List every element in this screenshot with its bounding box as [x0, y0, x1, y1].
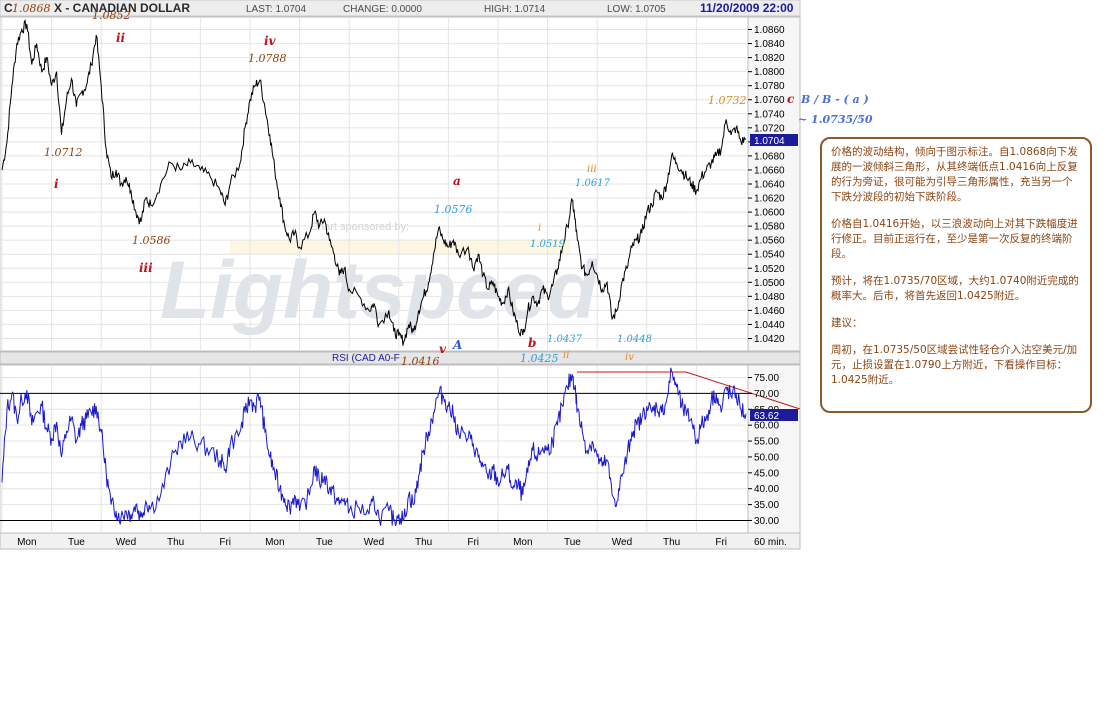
day-axis-labels: Mon Tue Wed Thu Fri Mon Tue Wed Thu Fri Mon Tue Wed T… [17, 537, 727, 548]
price-tick-label: 1.0440 [754, 320, 785, 331]
label-1-0425: 1.0425 [520, 352, 559, 365]
analysis-comment-box: 价格的波动结构，倾向于图示标注。自1.0868向下发展的一波倾斜三角形，从其终端… [820, 137, 1092, 413]
day-label: Wed [612, 537, 632, 548]
rsi-tick-label: 75.00 [754, 373, 779, 384]
label-1-0437: 1.0437 [547, 334, 583, 345]
price-tick-label: 1.0860 [754, 25, 785, 36]
label-1-0576: 1.0576 [434, 203, 473, 216]
price-tick-label: 1.0640 [754, 180, 785, 191]
rsi-last-value: 63.62 [754, 411, 779, 422]
wave-label-ii-small: ii [563, 350, 569, 361]
rsi-tick-label: 55.00 [754, 437, 779, 448]
price-tick-label: 1.0580 [754, 222, 785, 233]
target-zone-label: ~ 1.0735/50 [798, 113, 873, 126]
day-label: Mon [17, 537, 36, 548]
day-label: Mon [513, 537, 532, 548]
day-label: Mon [265, 537, 284, 548]
watermark-brand: Lightspeed [160, 245, 599, 336]
price-tick-label: 1.0460 [754, 306, 785, 317]
price-tick-label: 1.0840 [754, 39, 785, 50]
price-tick-label: 1.0800 [754, 67, 785, 78]
rsi-tick-label: 30.00 [754, 516, 779, 527]
comment-paragraph-4: 建议： [831, 317, 863, 329]
price-tick-label: 1.0820 [754, 53, 785, 64]
day-label: Wed [116, 537, 136, 548]
rsi-panel [0, 364, 749, 534]
wave-label-i: i [54, 177, 59, 191]
comment-paragraph-1: 价格的波动结构，倾向于图示标注。自1.0868向下发展的一波倾斜三角形，从其终端… [831, 146, 1078, 203]
day-label: Thu [415, 537, 432, 548]
wave-label-iii-small: iii [587, 164, 597, 175]
rsi-title: RSI (CAD A0-F [332, 353, 400, 364]
x-interval-label: 60 min. [754, 537, 787, 548]
price-tick-label: 1.0520 [754, 264, 785, 275]
day-label: Tue [316, 537, 333, 548]
price-tick-label: 1.0600 [754, 208, 785, 219]
label-1-0852: 1.0852 [92, 9, 131, 22]
label-1-0448: 1.0448 [617, 334, 652, 345]
price-tick-label: 1.0660 [754, 165, 785, 176]
price-tick-label: 1.0620 [754, 194, 785, 205]
rsi-tick-label: 70.00 [754, 389, 779, 400]
header-low: LOW: 1.0705 [607, 4, 666, 15]
price-axis-ticks: 1.0860 1.0840 1.0820 1.0800 1.0780 1.0760 1.07… [748, 25, 785, 345]
label-1-0712: 1.0712 [44, 146, 83, 159]
price-tick-label: 1.0560 [754, 236, 785, 247]
rsi-tick-label: 50.00 [754, 452, 779, 463]
price-tick-label: 1.0760 [754, 95, 785, 106]
header-high: HIGH: 1.0714 [484, 4, 546, 15]
wave-label-i-small: i [538, 223, 541, 234]
day-label: Fri [219, 537, 231, 548]
wave-label-b: b [528, 336, 536, 350]
label-1-0732: 1.0732 [708, 94, 747, 107]
label-1-0617: 1.0617 [575, 178, 611, 189]
header-datetime: 11/20/2009 22:00 [700, 1, 794, 15]
rsi-title-bar [0, 351, 801, 365]
day-label: Fri [467, 537, 479, 548]
header-change: CHANGE: 0.0000 [343, 4, 422, 15]
rsi-tick-label: 35.00 [754, 500, 779, 511]
header-last: LAST: 1.0704 [246, 4, 306, 15]
wave-label-c: c [787, 92, 795, 106]
label-1-0586: 1.0586 [132, 234, 171, 247]
wave-label-iv: iv [264, 34, 277, 48]
day-label: Tue [68, 537, 85, 548]
price-tick-label: 1.0480 [754, 292, 785, 303]
watermark-streak [230, 240, 570, 254]
comment-paragraph-2: 价格自1.0416开始，以三浪波动向上对其下跌幅度进行修正。目前正运行在，至少是… [831, 218, 1078, 260]
label-1-0519: 1.0519 [530, 239, 566, 250]
rsi-tick-label: 40.00 [754, 484, 779, 495]
price-tick-label: 1.0780 [754, 81, 785, 92]
day-label: Thu [167, 537, 184, 548]
rsi-tick-label: 60.00 [754, 421, 779, 432]
wave-label-iv-small: iv [625, 352, 634, 363]
price-tick-label: 1.0680 [754, 151, 785, 162]
comment-paragraph-3: 预计，将在1.0735/70区域，大约1.0740附近完成的概率大。后市，将首先… [831, 275, 1079, 302]
price-tick-label: 1.0500 [754, 278, 785, 289]
wave-label-A: A [452, 338, 462, 352]
price-last-value: 1.0704 [754, 136, 785, 147]
day-label: Tue [564, 537, 581, 548]
watermark-sponsor: Chart sponsored by: [310, 221, 409, 233]
wave-label-v: v [439, 342, 447, 356]
day-label: Thu [663, 537, 680, 548]
wave-label-ii: ii [116, 31, 126, 45]
label-1-0788: 1.0788 [248, 52, 287, 65]
rsi-tick-label: 45.00 [754, 468, 779, 479]
comment-paragraph-5: 周初，在1.0735/50区域尝试性轻仓介入沽空美元/加元，止损设置在1.079… [831, 344, 1078, 386]
wave-label-iii: iii [139, 261, 153, 275]
wave-label-a: a [453, 174, 461, 188]
price-tick-label: 1.0540 [754, 250, 785, 261]
label-1-0416: 1.0416 [401, 355, 440, 368]
wave-target-label: B / B - ( a ) [800, 93, 869, 106]
price-tick-label: 1.0720 [754, 123, 785, 134]
day-label: Wed [364, 537, 384, 548]
day-label: Fri [715, 537, 727, 548]
price-tick-label: 1.0420 [754, 334, 785, 345]
label-1-0868: 1.0868 [12, 2, 51, 15]
price-tick-label: 1.0740 [754, 109, 785, 120]
